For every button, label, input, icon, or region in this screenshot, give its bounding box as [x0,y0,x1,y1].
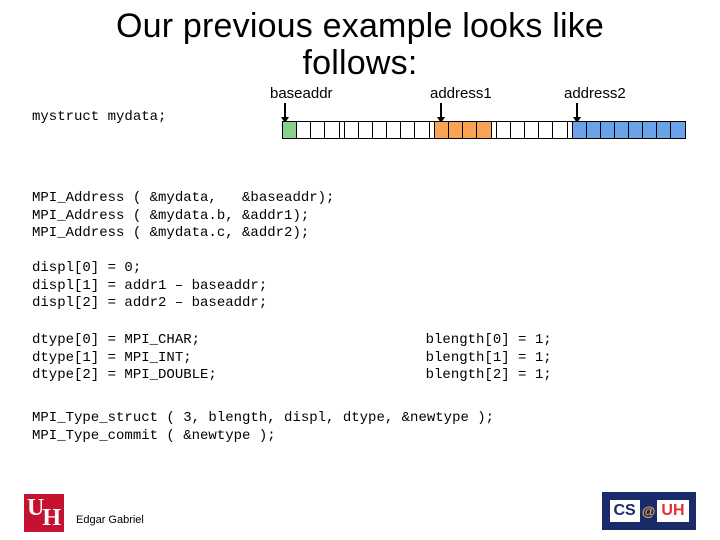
memory-cell [359,122,373,138]
memory-cell [525,122,539,138]
struct-declaration: mystruct mydata; [32,109,166,125]
code-displacements: displ[0] = 0; displ[1] = addr1 – baseadd… [32,260,267,313]
memory-cell [387,122,401,138]
label-address2: address2 [564,85,626,102]
title-line2: follows: [303,44,418,82]
memory-cell [497,122,511,138]
memory-seg-pad [344,121,430,139]
logo-at-text: @ [640,503,658,519]
memory-cell [311,122,325,138]
memory-cell [587,122,601,138]
memory-cell [401,122,415,138]
memory-seg-double [572,121,686,139]
logo-cs-text: CS [610,500,640,522]
memory-cell [477,122,491,138]
memory-cell [671,122,685,138]
memory-cell [629,122,643,138]
memory-cell [657,122,671,138]
memory-cell [435,122,449,138]
memory-cell [283,122,297,138]
uh-logo: U H [24,494,64,532]
memory-cell [297,122,311,138]
uh-logo-h: H [42,505,61,532]
memory-seg-pad2 [496,121,568,139]
logo-uh-text: UH [657,500,688,522]
label-baseaddr: baseaddr [270,85,333,102]
cs-at-uh-logo: CS@UH [602,492,696,530]
memory-layout [282,121,686,139]
memory-cell [553,122,567,138]
memory-cell [415,122,429,138]
memory-cell [643,122,657,138]
title-line1: Our previous example looks like [116,7,604,45]
code-dtypes: dtype[0] = MPI_CHAR; dtype[1] = MPI_INT;… [32,332,217,385]
code-type-struct: MPI_Type_struct ( 3, blength, displ, dty… [32,410,494,445]
memory-cell [345,122,359,138]
memory-seg-int [434,121,492,139]
memory-cell [325,122,339,138]
memory-cell [573,122,587,138]
memory-cell [511,122,525,138]
memory-cell [449,122,463,138]
memory-cell [615,122,629,138]
arrow-address2 [576,103,578,117]
memory-cell [601,122,615,138]
memory-cell [373,122,387,138]
label-address1: address1 [430,85,492,102]
slide-title: Our previous example looks like follows: [0,0,720,83]
memory-seg-char [282,121,340,139]
code-blengths: blength[0] = 1; blength[1] = 1; blength[… [392,332,552,385]
memory-cell [463,122,477,138]
arrow-address1 [440,103,442,117]
memory-cell [539,122,553,138]
arrow-baseaddr [284,103,286,117]
author-name: Edgar Gabriel [76,514,144,526]
code-mpi-address: MPI_Address ( &mydata, &baseaddr); MPI_A… [32,190,334,243]
